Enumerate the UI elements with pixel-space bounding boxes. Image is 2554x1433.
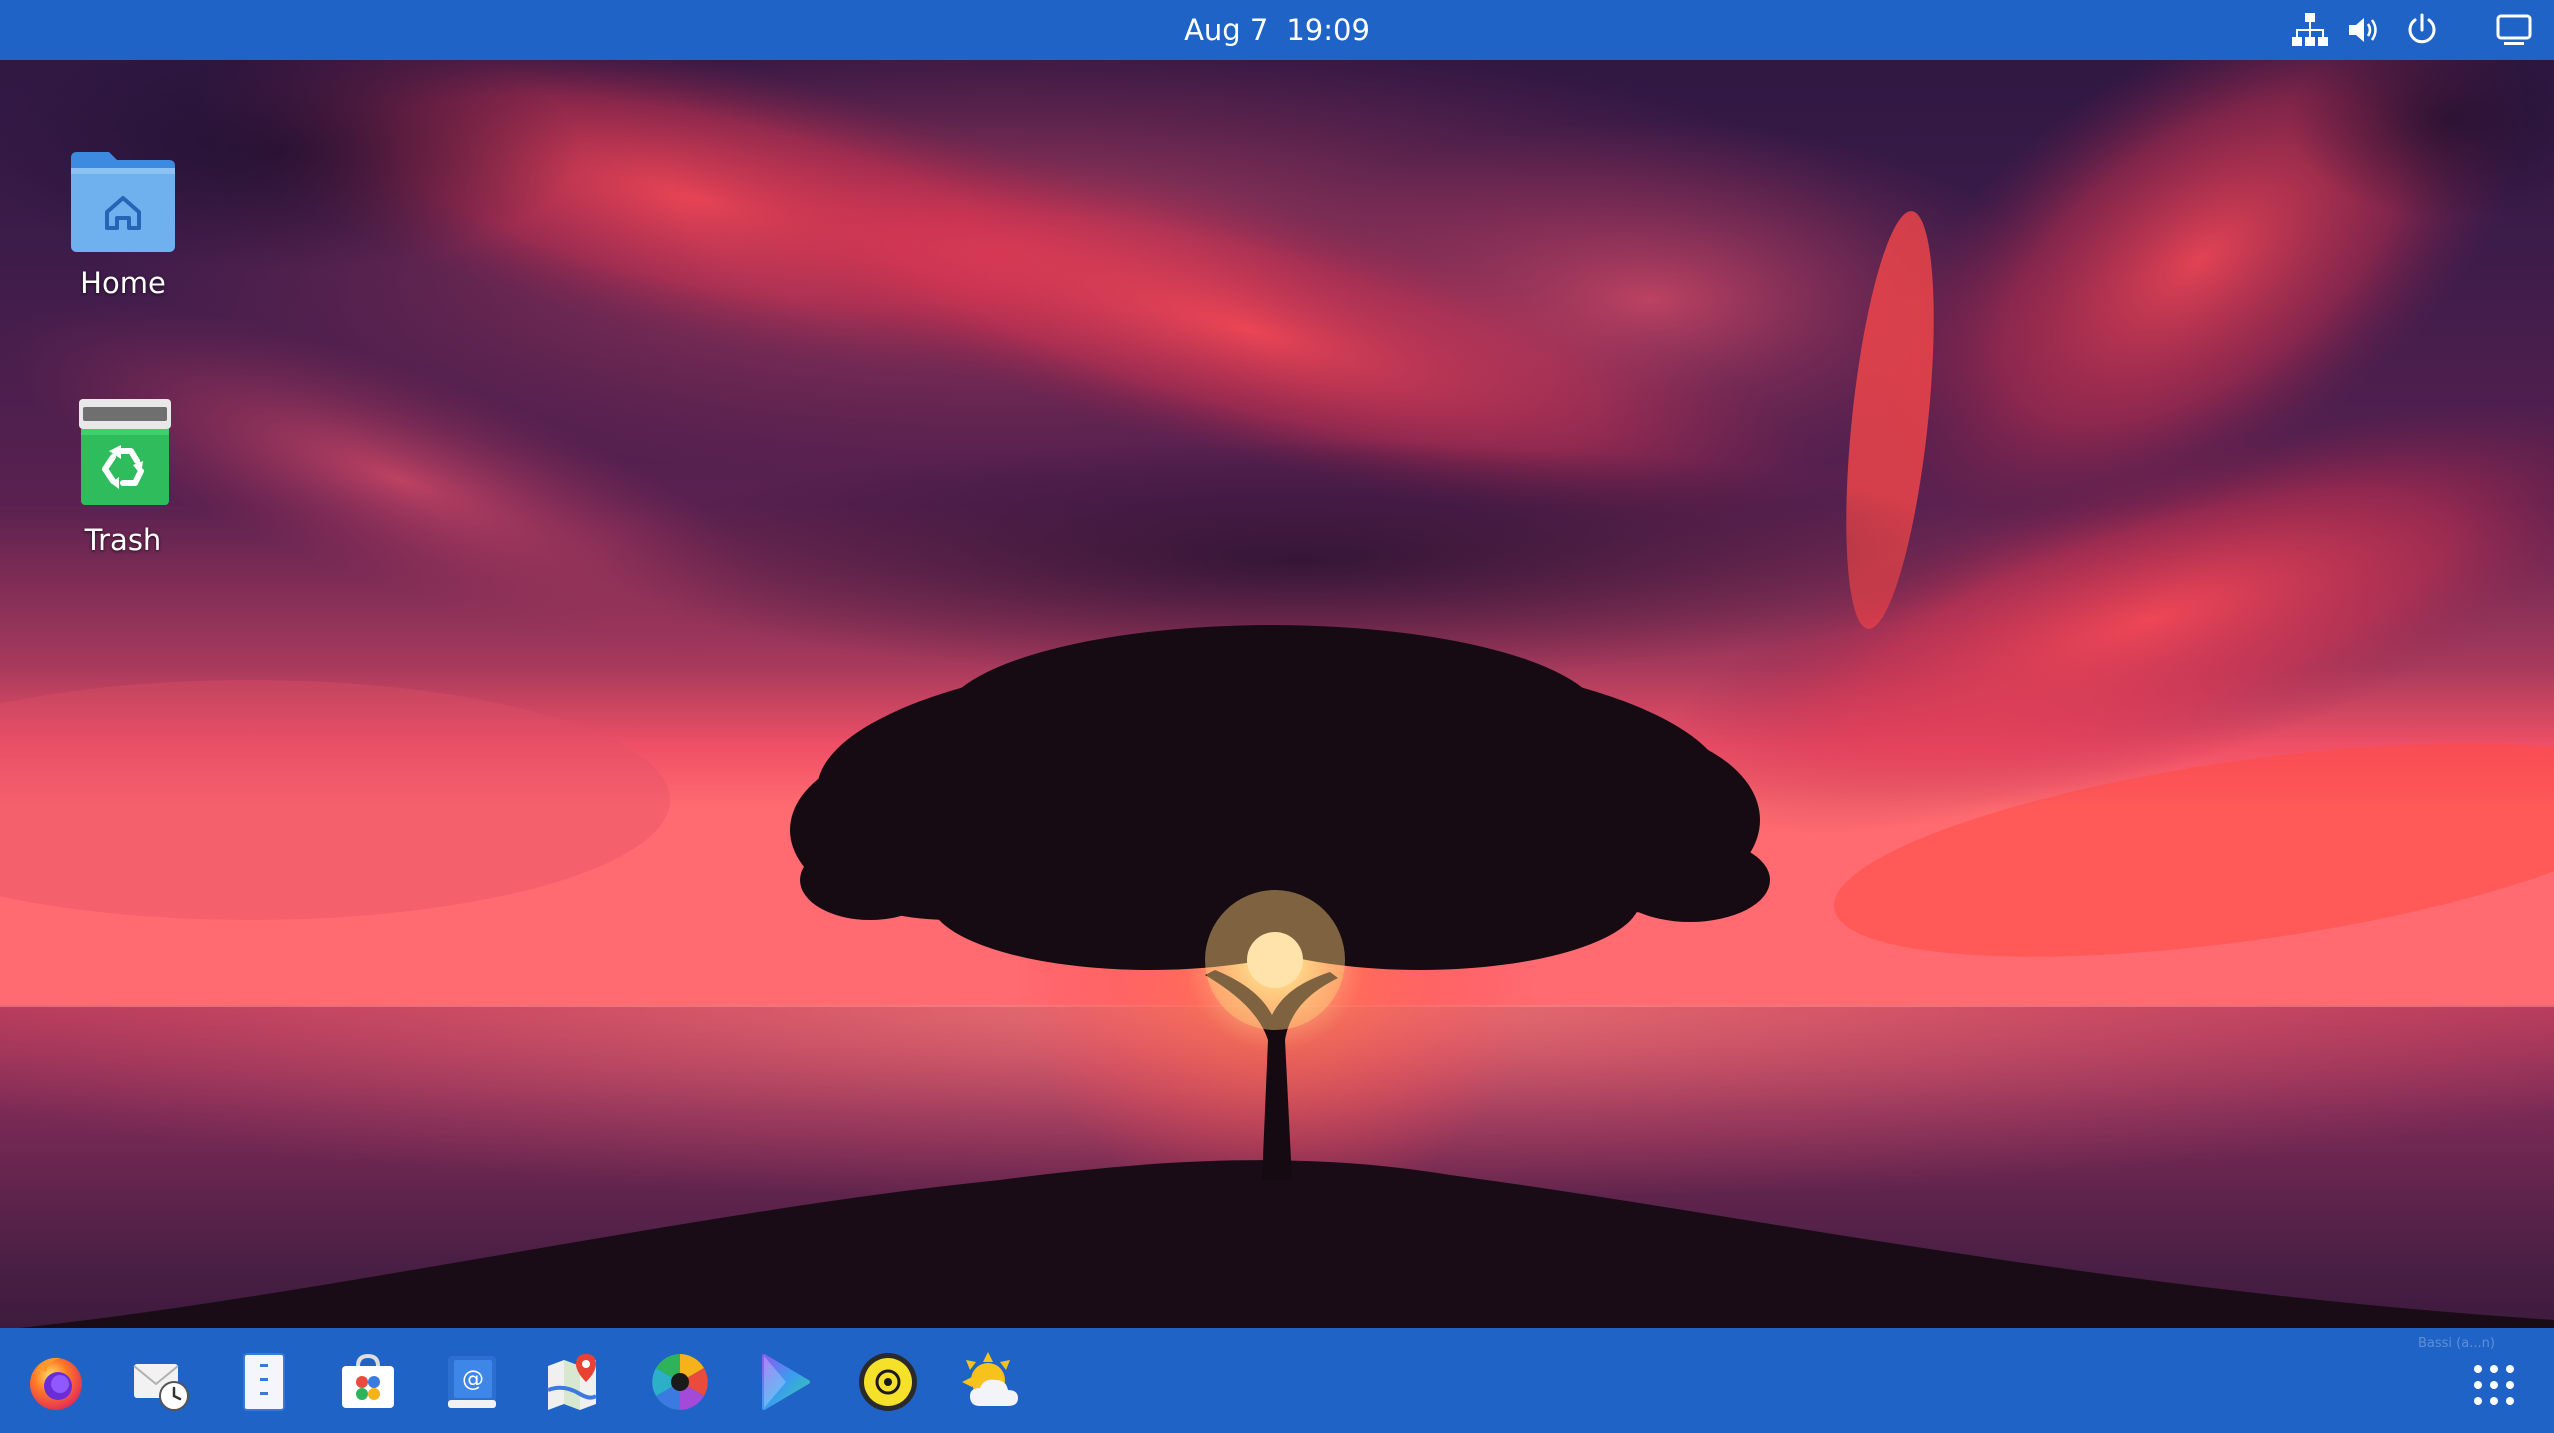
clock-time: 19:09: [1286, 13, 1370, 47]
desktop-screen: Aug 7 19:09 Home Trash @ Bassi (a...n): [0, 0, 2554, 1433]
software-store-icon[interactable]: [336, 1350, 400, 1414]
desktop-icon-label: Trash: [84, 523, 162, 557]
music-icon[interactable]: [856, 1350, 920, 1414]
dock: @ Bassi (a...n): [0, 1328, 2554, 1433]
weather-icon[interactable]: [960, 1350, 1024, 1414]
apps-grid-icon[interactable]: [2470, 1361, 2518, 1409]
videos-icon[interactable]: [752, 1350, 816, 1414]
clock-date: Aug 7: [1184, 13, 1269, 47]
wallpaper: [0, 0, 2554, 1433]
network-icon[interactable]: [2290, 10, 2330, 50]
photos-icon[interactable]: [648, 1350, 712, 1414]
top-bar: Aug 7 19:09: [0, 0, 2554, 60]
maps-icon[interactable]: [544, 1350, 608, 1414]
mail-clock-icon[interactable]: [128, 1350, 192, 1414]
power-icon[interactable]: [2402, 10, 2442, 50]
desktop-icon-label: Home: [80, 266, 166, 300]
volume-icon[interactable]: [2344, 10, 2384, 50]
desktop-icon-trash[interactable]: Trash: [28, 395, 218, 557]
display-icon[interactable]: [2494, 10, 2534, 50]
home-folder-icon: [71, 152, 175, 252]
trash-icon: [79, 399, 171, 505]
text-editor-icon[interactable]: [232, 1350, 296, 1414]
clock[interactable]: Aug 7 19:09: [1100, 0, 1454, 60]
watermark-text: Bassi (a...n): [2418, 1336, 2495, 1351]
firefox-icon[interactable]: [24, 1350, 88, 1414]
contacts-icon[interactable]: @: [440, 1350, 504, 1414]
desktop-icon-home[interactable]: Home: [28, 148, 218, 300]
svg-text:@: @: [462, 1367, 484, 1392]
